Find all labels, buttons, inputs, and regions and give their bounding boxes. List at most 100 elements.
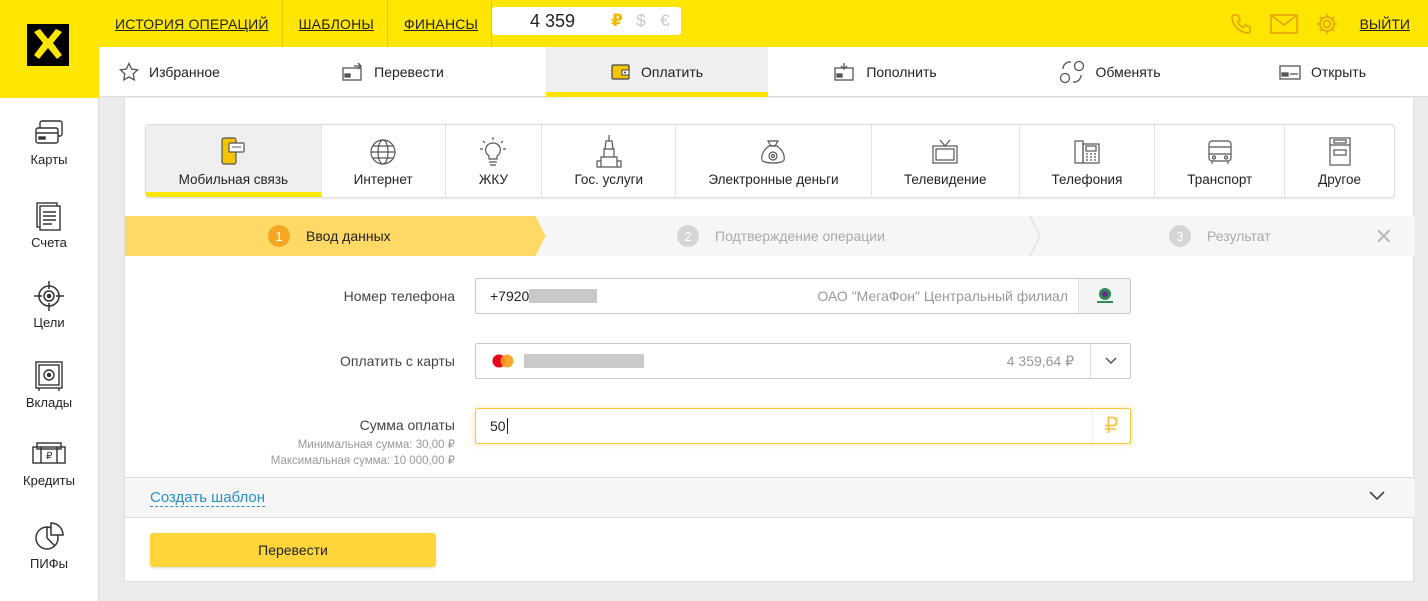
sidebar-item-accounts[interactable]: Счета [0, 184, 98, 264]
sidebar-item-deposits[interactable]: Вклады [0, 344, 98, 424]
step-3-number: 3 [1169, 225, 1191, 247]
sidebar-item-deposits-label: Вклады [25, 394, 73, 410]
sidebar-item-credits-label: Кредиты [23, 472, 75, 488]
category-telephony-label: Телефония [1051, 171, 1123, 187]
sidebar-item-funds-label: ПИФы [30, 555, 68, 571]
nav-open-label: Открыть [1311, 64, 1366, 80]
sidebar-item-accounts-label: Счета [31, 234, 67, 250]
sidebar: Карты Счета Цели Вклады ₽ Кредиты ПИФы [0, 98, 99, 601]
category-internet[interactable]: Интернет [322, 125, 446, 197]
create-template-link[interactable]: Создать шаблон [150, 489, 266, 507]
bus-icon [1207, 136, 1233, 168]
step-2-number: 2 [677, 225, 699, 247]
exchange-icon [1059, 60, 1085, 84]
globe-icon [369, 136, 397, 168]
card-label: Оплатить с карты [339, 353, 455, 369]
currency-usd[interactable]: $ [632, 11, 650, 31]
category-internet-label: Интернет [353, 171, 413, 187]
finance-link[interactable]: ФИНАНСЫ [404, 16, 478, 32]
cards-icon [34, 116, 64, 150]
step-2-label: Подтверждение операции [715, 228, 885, 244]
nav-exchange[interactable]: Обменять [1003, 47, 1217, 97]
main-nav: Избранное Перевести Оплатить Пополнить О… [99, 47, 1428, 97]
category-other-label: Другое [1318, 171, 1362, 187]
svg-text:₽: ₽ [46, 451, 53, 462]
sidebar-item-funds[interactable]: ПИФы [0, 500, 98, 590]
step-3: 3 Результат [1169, 216, 1271, 256]
phone-input[interactable]: +7920 ОАО "МегаФон" Центральный филиал [475, 278, 1131, 314]
kremlin-icon [596, 134, 622, 168]
logout-link[interactable]: ВЫЙТИ [1360, 16, 1410, 32]
ruble-icon: ₽ [1092, 409, 1130, 443]
mail-icon[interactable] [1269, 10, 1298, 38]
phone-redacted [529, 289, 598, 303]
bulb-icon [479, 136, 507, 168]
currency-rub[interactable]: ₽ [608, 11, 626, 31]
nav-favorites[interactable]: Избранное [99, 47, 240, 97]
category-mobile[interactable]: Мобильная связь [146, 125, 322, 197]
top-icons: ВЫЙТИ [1227, 0, 1428, 47]
topup-icon [834, 62, 856, 82]
category-transport[interactable]: Транспорт [1155, 125, 1286, 197]
nav-transfer[interactable]: Перевести [240, 47, 546, 97]
category-telephony[interactable]: Телефония [1020, 125, 1156, 197]
close-icon[interactable]: ✕ [1375, 224, 1393, 250]
step-3-label: Результат [1207, 228, 1271, 244]
operator-name: ОАО "МегаФон" Центральный филиал [817, 288, 1068, 304]
nav-exchange-label: Обменять [1095, 64, 1161, 80]
payment-card: Мобильная связь Интернет ЖКУ Гос. услуги… [124, 98, 1415, 582]
card-select[interactable]: 4 359,64 ₽ [475, 343, 1131, 379]
nav-pay-label: Оплатить [640, 64, 704, 80]
phone-icon[interactable] [1227, 10, 1255, 38]
templates-link-wrap: ШАБЛОНЫ [283, 0, 388, 47]
sidebar-item-goals-label: Цели [33, 314, 65, 330]
category-utilities[interactable]: ЖКУ [446, 125, 543, 197]
category-emoney[interactable]: Электронные деньги [676, 125, 872, 197]
step-1-label: Ввод данных [306, 228, 391, 244]
category-emoney-label: Электронные деньги [708, 171, 839, 187]
nav-transfer-label: Перевести [374, 64, 444, 80]
sidebar-item-credits[interactable]: ₽ Кредиты [0, 424, 98, 500]
steps-bar: 1 Ввод данных 2 Подтверждение операции 3… [125, 216, 1415, 256]
nav-topup[interactable]: Пополнить [768, 47, 1003, 97]
megafon-logo-icon [1078, 279, 1130, 313]
history-link[interactable]: ИСТОРИЯ ОПЕРАЦИЙ [115, 16, 269, 32]
transfer-icon [342, 62, 364, 82]
nav-pay[interactable]: Оплатить [546, 47, 768, 97]
sidebar-item-cards[interactable]: Карты [0, 98, 98, 184]
mobile-icon [220, 136, 246, 168]
cabinet-icon [1328, 136, 1352, 168]
category-gov-label: Гос. услуги [574, 171, 644, 187]
wallet-icon [611, 63, 631, 81]
category-mobile-label: Мобильная связь [178, 171, 289, 187]
nav-topup-label: Пополнить [866, 64, 937, 80]
raiffeisen-logo-icon [27, 24, 69, 66]
sidebar-item-cards-label: Карты [30, 151, 68, 167]
star-icon [119, 62, 140, 82]
landline-icon [1073, 136, 1101, 168]
category-tv-label: Телевидение [903, 171, 987, 187]
amount-min-hint: Минимальная сумма: 30,00 ₽ [297, 439, 455, 451]
mastercard-icon [490, 353, 516, 369]
balance-amount: 4 359 [530, 10, 576, 31]
step-2: 2 Подтверждение операции [677, 216, 885, 256]
chevron-down-icon[interactable] [1369, 488, 1385, 504]
sidebar-item-goals[interactable]: Цели [0, 264, 98, 344]
currency-eur[interactable]: € [656, 11, 674, 31]
amount-input[interactable]: 50 ₽ [475, 408, 1131, 444]
nav-open[interactable]: Открыть [1217, 47, 1428, 97]
category-other[interactable]: Другое [1285, 125, 1394, 197]
chevron-down-icon[interactable] [1090, 344, 1130, 378]
category-gov[interactable]: Гос. услуги [542, 125, 677, 197]
card-number-redacted [524, 354, 644, 368]
category-tv[interactable]: Телевидение [872, 125, 1020, 197]
templates-link[interactable]: ШАБЛОНЫ [299, 16, 374, 32]
accounts-icon [35, 199, 63, 233]
logo[interactable] [0, 0, 99, 98]
gear-icon[interactable] [1313, 10, 1341, 38]
safe-icon [34, 359, 64, 393]
finance-link-wrap: ФИНАНСЫ [388, 0, 493, 47]
phone-value: +7920 [490, 288, 530, 304]
amount-value: 50 [490, 418, 506, 434]
submit-button[interactable]: Перевести [150, 533, 436, 567]
